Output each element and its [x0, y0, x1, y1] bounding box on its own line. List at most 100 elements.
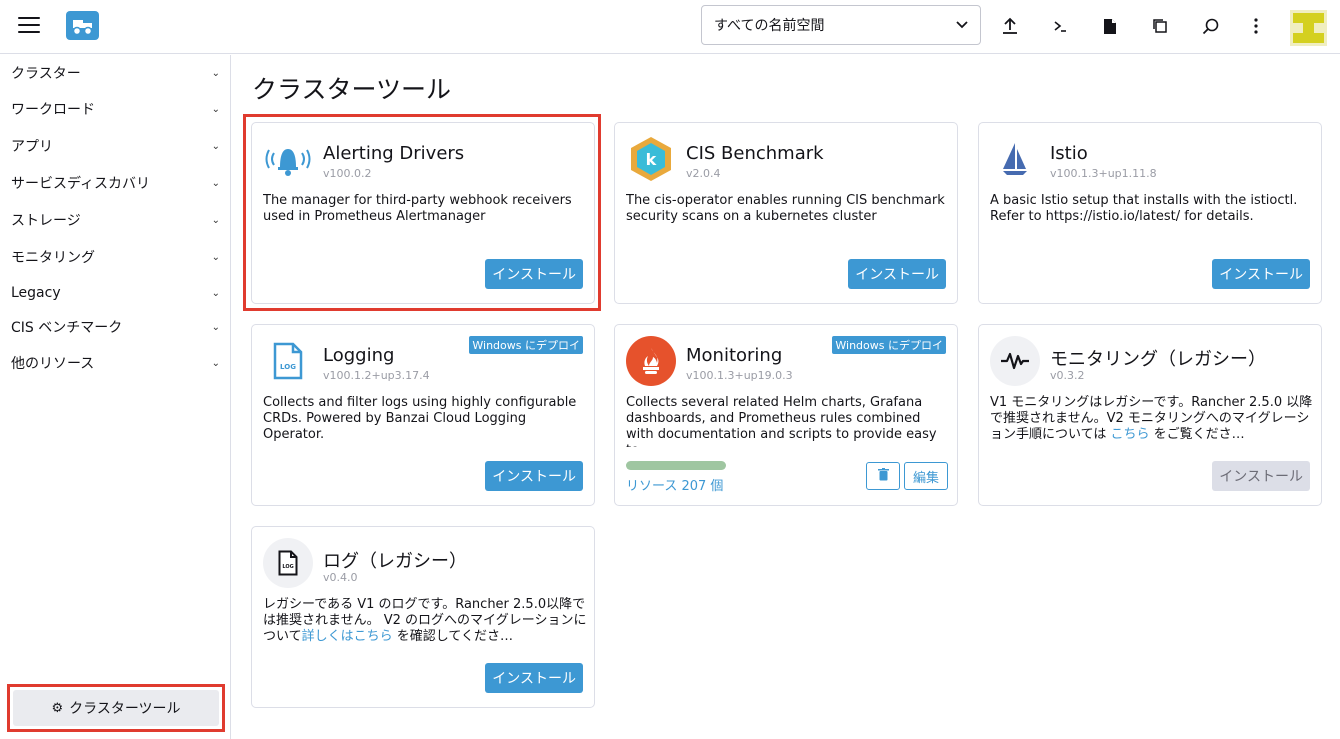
svg-text:LOG: LOG — [280, 363, 296, 371]
sidebar-item-cis-benchmark[interactable]: CIS ベンチマーク ⌄ — [0, 309, 231, 345]
tool-card-logging-legacy: LOG ログ（レガシー） v0.4.0 レガシーである V1 のログです。Ran… — [251, 526, 595, 708]
svg-text:LOG: LOG — [282, 564, 293, 570]
card-description: V1 モニタリングはレガシーです。Rancher 2.5.0 以降で推奨されませ… — [990, 395, 1316, 443]
kubewarden-icon: k — [626, 134, 676, 184]
pulse-icon — [990, 336, 1040, 386]
log-file-icon: LOG — [263, 538, 313, 588]
sidebar-item-service-discovery[interactable]: サービスディスカバリ ⌄ — [0, 165, 231, 201]
card-version: v100.1.3+up1.11.8 — [1050, 167, 1157, 180]
chevron-down-icon: ⌄ — [211, 67, 220, 79]
windows-deploy-badge: Windows にデプロイ — [469, 336, 583, 354]
top-header: すべての名前空間 — [0, 0, 1340, 54]
sidebar-item-label: Legacy — [11, 285, 61, 301]
tool-card-monitoring-legacy: モニタリング（レガシー） v0.3.2 V1 モニタリングはレガシーです。Ran… — [978, 324, 1322, 506]
terminal-icon[interactable] — [1046, 12, 1074, 40]
card-description: The cis-operator enables running CIS ben… — [626, 193, 945, 224]
cluster-tools-label: クラスターツール — [69, 701, 181, 717]
chevron-down-icon: ⌄ — [211, 287, 220, 299]
card-description-text: を確認してくださ… — [392, 629, 513, 644]
install-button[interactable]: インストール — [848, 259, 946, 289]
tool-card-cis-benchmark: k CIS Benchmark v2.0.4 The cis-operator … — [614, 122, 958, 304]
sidebar-item-apps[interactable]: アプリ ⌄ — [0, 128, 231, 164]
card-version: v100.1.3+up19.0.3 — [686, 369, 793, 382]
card-description: レガシーである V1 のログです。Rancher 2.5.0以降では推奨されませ… — [263, 597, 589, 645]
more-vertical-icon[interactable] — [1242, 12, 1270, 40]
chevron-down-icon: ⌄ — [211, 140, 220, 152]
edit-button[interactable]: 編集 — [904, 462, 948, 490]
chevron-down-icon — [956, 17, 968, 33]
card-title: Logging — [323, 345, 395, 366]
user-avatar[interactable] — [1290, 10, 1327, 46]
card-description: The manager for third-party webhook rece… — [263, 193, 572, 224]
card-description: Collects and filter logs using highly co… — [263, 395, 577, 442]
log-file-icon: LOG — [263, 336, 313, 386]
menu-icon[interactable] — [18, 17, 40, 35]
search-icon[interactable] — [1196, 12, 1224, 40]
cluster-tools-highlight: ⚙ クラスターツール — [7, 684, 225, 732]
install-button[interactable]: インストール — [1212, 461, 1310, 491]
card-title: Monitoring — [686, 345, 783, 366]
rancher-logo-icon[interactable] — [66, 11, 99, 40]
card-description-text: をご覧くださ… — [1149, 427, 1245, 442]
install-button[interactable]: インストール — [485, 663, 583, 693]
sidebar-item-storage[interactable]: ストレージ ⌄ — [0, 202, 231, 238]
sidebar-item-label: アプリ — [11, 139, 53, 155]
sidebar-item-label: ワークロード — [11, 102, 95, 118]
delete-button[interactable] — [866, 462, 900, 490]
copy-icon[interactable] — [1146, 12, 1174, 40]
cluster-tools-button[interactable]: ⚙ クラスターツール — [13, 690, 219, 726]
sidebar-item-label: クラスター — [11, 66, 81, 82]
card-title: モニタリング（レガシー） — [1050, 349, 1266, 370]
install-button[interactable]: インストール — [485, 461, 583, 491]
chevron-down-icon: ⌄ — [211, 251, 220, 263]
sidebar-item-label: モニタリング — [11, 250, 95, 266]
sidebar-item-monitoring[interactable]: モニタリング ⌄ — [0, 239, 231, 275]
card-description: Collects several related Helm charts, Gr… — [626, 395, 937, 447]
card-version: v2.0.4 — [686, 167, 721, 180]
sidebar-item-label: CIS ベンチマーク — [11, 320, 123, 336]
details-link[interactable]: 詳しくはこちら — [302, 629, 393, 644]
tool-card-istio: Istio v100.1.3+up1.11.8 A basic Istio se… — [978, 122, 1322, 304]
svg-text:k: k — [646, 150, 657, 169]
sidebar-item-label: 他のリソース — [11, 356, 95, 372]
install-button[interactable]: インストール — [485, 259, 583, 289]
sidebar-item-label: ストレージ — [11, 213, 81, 229]
sidebar-item-other-resources[interactable]: 他のリソース ⌄ — [0, 345, 231, 381]
card-version: v100.0.2 — [323, 167, 372, 180]
sidebar: クラスター ⌄ ワークロード ⌄ アプリ ⌄ サービスディスカバリ ⌄ ストレー… — [0, 55, 231, 739]
card-description: A basic Istio setup that installs with t… — [990, 193, 1298, 224]
deployment-status-bar — [626, 461, 726, 470]
istio-sail-icon — [990, 134, 1040, 184]
sidebar-item-legacy[interactable]: Legacy ⌄ — [0, 275, 231, 311]
chevron-down-icon: ⌄ — [211, 321, 220, 333]
namespace-select-value: すべての名前空間 — [714, 18, 825, 34]
chevron-down-icon: ⌄ — [211, 103, 220, 115]
prometheus-icon — [626, 336, 676, 386]
here-link[interactable]: こちら — [1110, 427, 1149, 442]
card-title: Istio — [1050, 143, 1088, 164]
chevron-down-icon: ⌄ — [211, 357, 220, 369]
namespace-select[interactable]: すべての名前空間 — [701, 5, 981, 45]
sidebar-item-cluster[interactable]: クラスター ⌄ — [0, 55, 231, 91]
chevron-down-icon: ⌄ — [211, 214, 220, 226]
sidebar-item-workload[interactable]: ワークロード ⌄ — [0, 91, 231, 127]
tool-card-monitoring: Windows にデプロイ Monitoring v100.1.3+up19.0… — [614, 324, 958, 506]
card-title: Alerting Drivers — [323, 143, 465, 164]
card-version: v0.3.2 — [1050, 369, 1085, 382]
bell-icon — [263, 134, 313, 184]
chevron-down-icon: ⌄ — [211, 177, 220, 189]
card-version: v0.4.0 — [323, 571, 358, 584]
card-version: v100.1.2+up3.17.4 — [323, 369, 430, 382]
card-title: ログ（レガシー） — [323, 551, 467, 572]
trash-icon — [877, 467, 889, 485]
resources-link[interactable]: リソース 207 個 — [626, 475, 723, 494]
gear-icon: ⚙ — [51, 700, 64, 716]
windows-deploy-badge: Windows にデプロイ — [832, 336, 946, 354]
file-icon[interactable] — [1096, 12, 1124, 40]
tool-card-alerting-drivers: Alerting Drivers v100.0.2 The manager fo… — [251, 122, 595, 304]
tool-card-logging: LOG Windows にデプロイ Logging v100.1.2+up3.1… — [251, 324, 595, 506]
card-title: CIS Benchmark — [686, 143, 824, 164]
page-title: クラスターツール — [252, 75, 452, 104]
install-button[interactable]: インストール — [1212, 259, 1310, 289]
upload-icon[interactable] — [996, 12, 1024, 40]
